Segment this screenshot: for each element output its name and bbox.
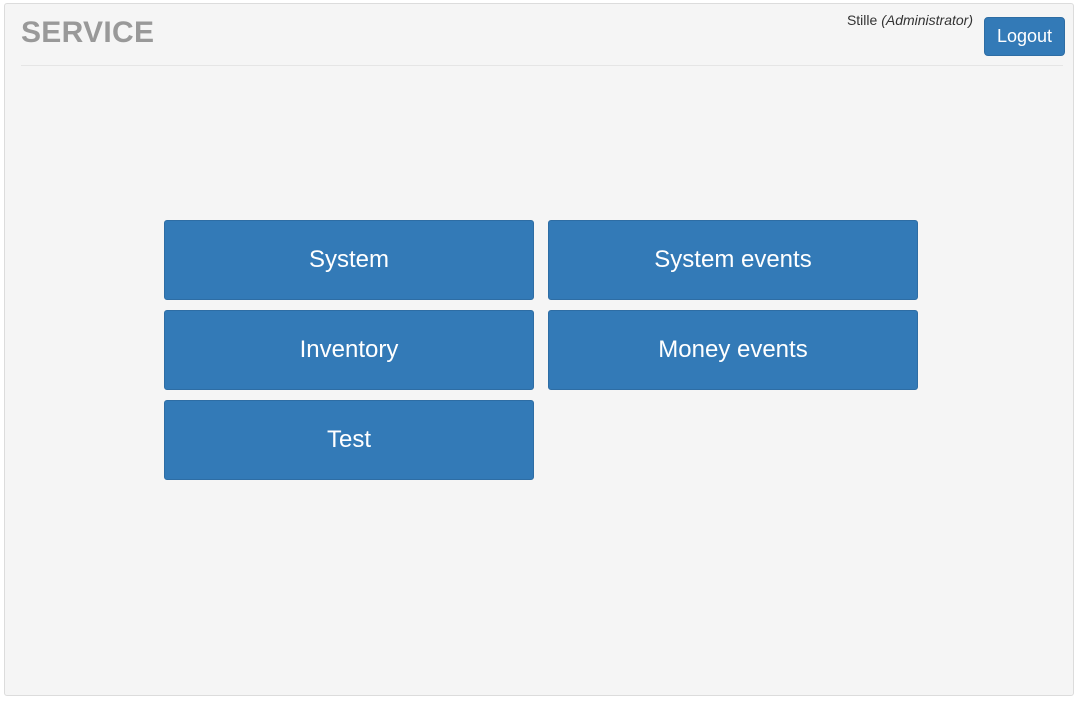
page-title: SERVICE — [21, 16, 155, 49]
inventory-button[interactable]: Inventory — [164, 310, 534, 390]
header-divider — [21, 65, 1063, 66]
user-info: Stille (Administrator) — [847, 12, 973, 28]
user-name: Stille — [846, 12, 878, 28]
system-button[interactable]: System — [164, 220, 534, 300]
user-role: (Administrator) — [881, 12, 973, 28]
system-events-button[interactable]: System events — [548, 220, 918, 300]
logout-button[interactable]: Logout — [984, 17, 1065, 56]
test-button[interactable]: Test — [164, 400, 534, 480]
app-frame: SERVICE Stille (Administrator) Logout Sy… — [4, 3, 1074, 696]
money-events-button[interactable]: Money events — [548, 310, 918, 390]
